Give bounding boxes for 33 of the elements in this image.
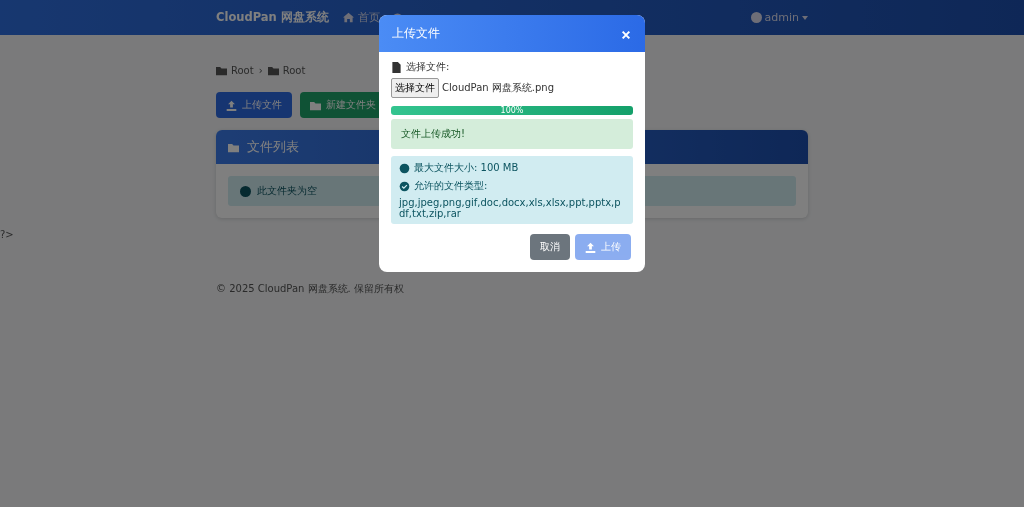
- folder-icon: [267, 65, 279, 76]
- card-title: 文件列表: [247, 138, 299, 156]
- check-circle-icon: [399, 180, 410, 192]
- dialog-title: 上传文件: [392, 25, 440, 42]
- upload-icon: [226, 99, 237, 111]
- user-icon: [750, 12, 762, 23]
- empty-message: 此文件夹为空: [257, 184, 317, 198]
- success-alert: 文件上传成功!: [391, 119, 633, 149]
- footer-text: © 2025 CloudPan 网盘系统. 保留所有权: [216, 282, 405, 296]
- user-menu[interactable]: admin: [750, 11, 808, 24]
- file-name: CloudPan 网盘系统.png: [442, 81, 554, 95]
- breadcrumb-link[interactable]: Root: [282, 65, 306, 76]
- folder-plus-icon: [310, 99, 321, 111]
- breadcrumb-link[interactable]: Root: [231, 65, 254, 76]
- types-label: 允许的文件类型:: [414, 179, 488, 193]
- choose-file-button[interactable]: 选择文件: [391, 78, 439, 98]
- nav-link[interactable]: 首页: [357, 10, 380, 25]
- stray-text: ?>: [0, 229, 14, 240]
- progress-fill: 100%: [391, 106, 633, 115]
- home-icon: [342, 12, 354, 23]
- file-label: 选择文件:: [406, 60, 450, 74]
- file-icon: [391, 61, 402, 73]
- breadcrumb-separator: ›: [258, 65, 263, 76]
- allowed-types-text: jpg,jpeg,png,gif,doc,docx,xls,xlsx,ppt,pptx,pdf,txt,zip,rar: [399, 197, 622, 219]
- info-icon: [240, 185, 251, 197]
- folder-icon: [216, 65, 227, 76]
- upload-icon: [585, 241, 596, 253]
- max-size-text: 最大文件大小: 100 MB: [414, 161, 519, 175]
- brand-title[interactable]: CloudPan 网盘系统: [216, 10, 329, 25]
- cancel-button[interactable]: 取消: [530, 234, 570, 260]
- info-icon: [399, 162, 410, 174]
- upload-button[interactable]: 上传文件: [216, 92, 292, 118]
- folder-open-icon: [228, 141, 239, 153]
